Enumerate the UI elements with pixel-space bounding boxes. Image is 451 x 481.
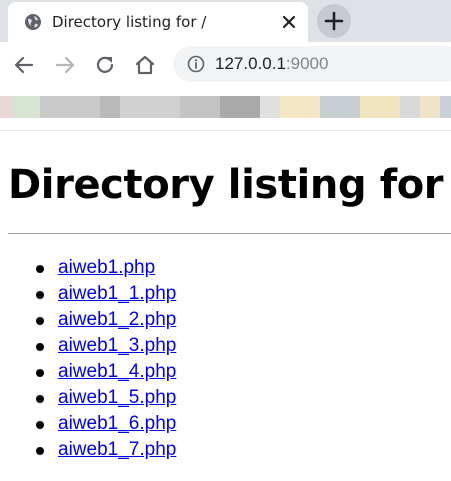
bullet-icon	[36, 395, 44, 403]
plus-icon	[324, 11, 344, 31]
obscured-bookmark	[360, 96, 400, 118]
obscured-bookmark	[180, 96, 220, 118]
divider	[8, 233, 451, 234]
list-item: aiweb1_5.php	[36, 385, 176, 411]
page-heading: Directory listing for /	[8, 162, 451, 208]
file-link[interactable]: aiweb1_3.php	[58, 335, 176, 356]
obscured-bookmark	[120, 96, 180, 118]
file-list: aiweb1.php aiweb1_1.php aiweb1_2.php aiweb1…	[0, 255, 176, 463]
url-port: :9000	[285, 54, 329, 73]
list-item: aiweb1.php	[36, 255, 176, 281]
address-bar[interactable]: 127.0.0.1:9000	[173, 46, 451, 82]
bullet-icon	[36, 265, 44, 273]
bullet-icon	[36, 343, 44, 351]
file-link[interactable]: aiweb1_1.php	[58, 283, 176, 304]
url-host: 127.0.0.1	[215, 54, 286, 73]
list-item: aiweb1_3.php	[36, 333, 176, 359]
obscured-bookmark	[260, 96, 280, 118]
back-arrow-icon[interactable]	[11, 52, 37, 78]
obscured-bookmark	[40, 96, 100, 118]
new-tab-button[interactable]	[317, 4, 351, 38]
file-link[interactable]: aiweb1_7.php	[58, 439, 176, 460]
tab-strip: Directory listing for /	[0, 0, 451, 42]
bullet-icon	[36, 317, 44, 325]
obscured-bookmark	[220, 96, 260, 118]
url-text[interactable]: 127.0.0.1:9000	[215, 54, 328, 74]
bookmarks-bar	[0, 88, 451, 131]
forward-arrow-icon[interactable]	[52, 52, 78, 78]
bullet-icon	[36, 447, 44, 455]
obscured-bookmark	[320, 96, 360, 118]
obscured-bookmark	[0, 96, 14, 118]
list-item: aiweb1_4.php	[36, 359, 176, 385]
page-content: Directory listing for / aiweb1.php aiweb1…	[0, 131, 451, 481]
obscured-bookmark	[400, 96, 420, 118]
list-item: aiweb1_7.php	[36, 437, 176, 463]
obscured-bookmark	[420, 96, 440, 118]
tab-title: Directory listing for /	[52, 13, 207, 31]
file-link[interactable]: aiweb1_6.php	[58, 413, 176, 434]
toolbar: 127.0.0.1:9000	[0, 42, 451, 88]
browser-tab[interactable]: Directory listing for /	[8, 2, 308, 42]
info-icon[interactable]	[187, 55, 205, 73]
list-item: aiweb1_6.php	[36, 411, 176, 437]
file-link[interactable]: aiweb1_4.php	[58, 361, 176, 382]
globe-icon	[25, 14, 41, 30]
bullet-icon	[36, 369, 44, 377]
bullet-icon	[36, 421, 44, 429]
obscured-bookmark	[14, 96, 40, 118]
obscured-bookmark	[280, 96, 320, 118]
obscured-bookmark	[100, 96, 120, 118]
file-link[interactable]: aiweb1_5.php	[58, 387, 176, 408]
home-icon[interactable]	[132, 52, 158, 78]
list-item: aiweb1_1.php	[36, 281, 176, 307]
reload-icon[interactable]	[92, 52, 118, 78]
close-icon[interactable]	[278, 11, 300, 33]
file-link[interactable]: aiweb1.php	[58, 257, 155, 278]
bullet-icon	[36, 291, 44, 299]
list-item: aiweb1_2.php	[36, 307, 176, 333]
obscured-bookmark	[440, 96, 451, 118]
file-link[interactable]: aiweb1_2.php	[58, 309, 176, 330]
